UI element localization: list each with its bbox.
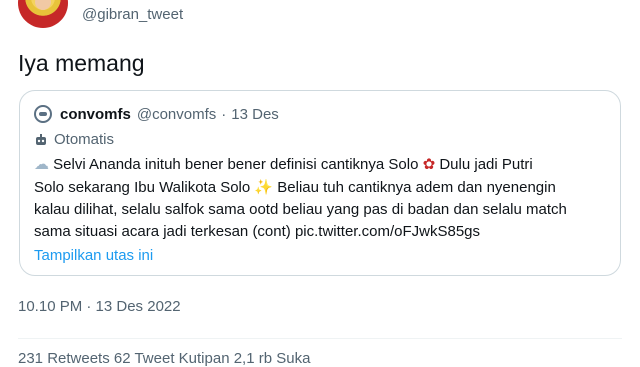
engagement-stats[interactable]: 231 Retweets 62 Tweet Kutipan 2,1 rb Suk… <box>18 350 310 367</box>
avatar-face <box>35 0 51 10</box>
thought-bubble-icon: ☁ <box>34 155 49 173</box>
automated-text: Otomatis <box>54 131 115 148</box>
body-line-3: kalau dilihat, selalu salfok sama ootd b… <box>34 201 567 218</box>
quoted-author-name[interactable]: convomfs <box>60 106 131 123</box>
body-line-2: Solo sekarang Ibu Walikota Solo <box>34 179 251 196</box>
body-line-4: sama situasi acara jadi terkesan (cont) … <box>34 223 481 240</box>
body-line-1b: Dulu jadi Putri <box>439 156 533 173</box>
quoted-tweet-card[interactable]: convomfs @convomfs · 13 Des Otomatis ☁ S… <box>19 90 621 276</box>
automated-label: Otomatis <box>34 131 114 148</box>
body-line-2b: Beliau tuh cantiknya adem dan nyenengin <box>277 179 556 196</box>
show-thread-link[interactable]: Tampilkan utas ini <box>34 247 153 264</box>
quoted-tweet-body: ☁ Selvi Ananda inituh bener bener defini… <box>34 153 614 243</box>
body-line-1: Selvi Ananda inituh bener bener definisi… <box>53 156 419 173</box>
tweet-timestamp[interactable]: 10.10 PM · 13 Des 2022 <box>18 298 181 315</box>
rose-icon: ✿ <box>422 155 436 173</box>
tweet-text: Iya memang <box>18 50 145 76</box>
quoted-author-handle[interactable]: @convomfs <box>137 106 216 123</box>
quoted-avatar[interactable] <box>34 105 52 123</box>
avatar[interactable] <box>18 0 68 28</box>
quoted-date[interactable]: 13 Des <box>231 106 279 123</box>
quoted-tweet-header: convomfs @convomfs · 13 Des <box>34 105 279 123</box>
sparkles-icon: ✨ <box>254 178 274 196</box>
robot-icon <box>36 133 46 145</box>
author-handle[interactable]: @gibran_tweet <box>82 6 183 23</box>
date-separator: · <box>221 105 227 123</box>
divider <box>18 338 622 339</box>
